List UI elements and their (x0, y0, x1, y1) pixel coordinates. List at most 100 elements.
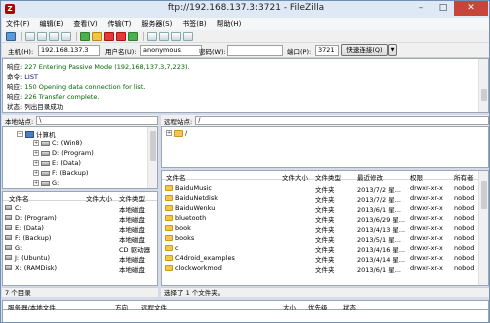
list-item[interactable]: X: (RAMDisk) 本地磁盘 (3, 263, 157, 274)
menu-edit[interactable]: 编辑(E) (40, 18, 64, 30)
file-name: BaiduNetdisk (175, 194, 218, 202)
cd-drive-icon (5, 245, 12, 250)
log-scrollbar[interactable] (478, 59, 488, 112)
drive-icon (5, 215, 12, 220)
menu-view[interactable]: 查看(V) (73, 18, 97, 30)
port-input[interactable]: 3721 (315, 45, 339, 56)
column-permissions[interactable]: 权限 (410, 172, 423, 182)
menu-bookmarks[interactable]: 书签(B) (182, 18, 206, 30)
expand-icon[interactable]: + (33, 160, 39, 166)
table-row[interactable]: c 文件夹 2013/4/16 星... drwxr-xr-x nobod (162, 243, 478, 254)
column-owner[interactable]: 所有者 (454, 172, 474, 182)
local-tree-scroll-thumb[interactable] (150, 131, 156, 161)
log-line: 响应: 226 Transfer complete. (7, 91, 99, 101)
process-queue-icon[interactable] (92, 31, 102, 41)
expand-icon[interactable]: + (33, 150, 39, 156)
log-scroll-thumb[interactable] (481, 89, 487, 101)
remote-tree: + / (161, 126, 489, 168)
tree-item-drive[interactable]: + F: (Backup) (33, 169, 88, 177)
column-filename[interactable]: 文件名 (166, 172, 186, 182)
list-item[interactable]: F: (Backup) 本地磁盘 (3, 233, 157, 244)
refresh-icon[interactable] (80, 31, 90, 41)
list-item[interactable]: G: CD 驱动器 (3, 243, 157, 254)
table-row[interactable]: C4droid_examples 文件夹 2013/4/14 星... drwxr-x… (162, 253, 478, 264)
password-input[interactable] (227, 45, 283, 56)
directory-filter-icon[interactable] (147, 31, 157, 41)
quickconnect-button[interactable]: 快速连接(Q) (341, 44, 388, 56)
menu-server[interactable]: 服务器(S) (141, 18, 172, 30)
column-filename[interactable]: 文件名 (9, 193, 29, 203)
tree-item-drive[interactable]: + C: (Win8) (33, 139, 82, 147)
cancel-icon[interactable] (104, 31, 114, 41)
table-row[interactable]: bluetooth 文件夹 2013/6/29 星... drwxr-xr-x nobo… (162, 213, 478, 224)
column-filesize[interactable]: 文件大小 (86, 193, 112, 203)
drive-icon (41, 160, 50, 166)
list-item[interactable]: C: 本地磁盘 (3, 203, 157, 214)
username-input[interactable]: anonymous (140, 45, 202, 56)
log-line: 响应: 150 Opening data connection for list… (7, 81, 145, 91)
transfer-queue (2, 310, 489, 322)
menu-help[interactable]: 帮助(H) (217, 18, 242, 30)
close-button[interactable]: ✕ (454, 1, 488, 16)
file-name: bluetooth (175, 214, 207, 222)
table-row[interactable]: BaiduNetdisk 文件夹 2013/7/2 星... drwxr-xr-x no… (162, 193, 478, 204)
site-manager-icon[interactable] (6, 31, 16, 41)
file-owner: nobod (454, 194, 475, 202)
tree-item-drive[interactable]: + D: (Program) (33, 149, 94, 157)
log-text: 227 Entering Passive Mode (192,168,137,3… (24, 63, 190, 71)
toggle-remote-tree-icon[interactable] (49, 31, 59, 41)
tree-item-drive[interactable]: + G: (33, 179, 59, 187)
remote-list-scroll-thumb[interactable] (481, 181, 487, 209)
minimize-button[interactable]: – (410, 1, 432, 16)
list-item[interactable]: J: (Ubuntu) 本地磁盘 (3, 253, 157, 264)
table-row[interactable]: book 文件夹 2013/4/13 星... drwxr-xr-x nobod (162, 223, 478, 234)
file-name: BaiduWenku (175, 204, 216, 212)
table-row[interactable]: clockworkmod 文件夹 2013/6/1 星... drwxr-xr-x no… (162, 263, 478, 274)
expand-icon[interactable]: + (33, 170, 39, 176)
file-name: E: (Data) (15, 224, 44, 232)
local-path-input[interactable]: \ (36, 116, 158, 125)
list-item[interactable]: E: (Data) 本地磁盘 (3, 223, 157, 234)
local-tree-scrollbar[interactable] (147, 127, 157, 188)
column-filetype[interactable]: 文件类型 (119, 193, 145, 203)
column-modified[interactable]: 最近修改 (357, 172, 383, 182)
expand-icon[interactable]: + (166, 130, 172, 136)
remote-list-scrollbar[interactable] (478, 171, 488, 285)
local-file-list: 文件名 文件大小 文件类型 C: 本地磁盘 D: (Program) 本地磁盘 E:… (2, 191, 158, 286)
table-row[interactable]: books 文件夹 2013/5/1 星... drwxr-xr-x nobod (162, 233, 478, 244)
host-input[interactable]: 192.168.137.3 (38, 45, 100, 56)
table-row[interactable]: BaiduMusic 文件夹 2013/7/2 星... drwxr-xr-x nobo… (162, 183, 478, 194)
drive-icon (41, 170, 50, 176)
menu-file[interactable]: 文件(F) (6, 18, 30, 30)
compare-icon[interactable] (159, 31, 169, 41)
reconnect-icon[interactable] (128, 31, 138, 41)
queue-header: 服务器/本地文件 方向 远程文件 大小 优先级 状态 (2, 300, 489, 312)
chevron-down-icon[interactable]: ▼ (388, 44, 397, 56)
collapse-icon[interactable]: − (17, 131, 23, 137)
toggle-local-tree-icon[interactable] (37, 31, 47, 41)
local-list-header: 文件名 文件大小 文件类型 (3, 192, 157, 203)
tree-item-root[interactable]: + / (166, 129, 187, 137)
file-name: c (175, 244, 179, 252)
sync-browse-icon[interactable] (171, 31, 181, 41)
expand-icon[interactable]: + (33, 180, 39, 186)
column-filetype[interactable]: 文件类型 (315, 172, 341, 182)
expand-icon[interactable]: + (33, 140, 39, 146)
menu-transfer[interactable]: 传输(T) (108, 18, 132, 30)
folder-icon (165, 255, 173, 261)
tree-item-computer[interactable]: − 计算机 (17, 129, 56, 139)
maximize-button[interactable]: □ (432, 1, 454, 16)
column-filesize[interactable]: 文件大小 (282, 172, 308, 182)
drive-icon (41, 150, 50, 156)
remote-path-input[interactable]: / (195, 116, 489, 125)
disconnect-icon[interactable] (116, 31, 126, 41)
toggle-queue-icon[interactable] (61, 31, 71, 41)
filezilla-window: Z ftp://192.168.137.3:3721 - FileZilla –… (0, 0, 490, 323)
tree-item-drive[interactable]: + E: (Data) (33, 159, 81, 167)
toggle-log-icon[interactable] (25, 31, 35, 41)
table-row[interactable]: BaiduWenku 文件夹 2013/6/1 星... drwxr-xr-x nobo… (162, 203, 478, 214)
log-line: 命令: LIST (7, 71, 38, 81)
list-item[interactable]: D: (Program) 本地磁盘 (3, 213, 157, 224)
remote-site-label: 远程站点: (164, 117, 193, 126)
search-icon[interactable] (183, 31, 193, 41)
